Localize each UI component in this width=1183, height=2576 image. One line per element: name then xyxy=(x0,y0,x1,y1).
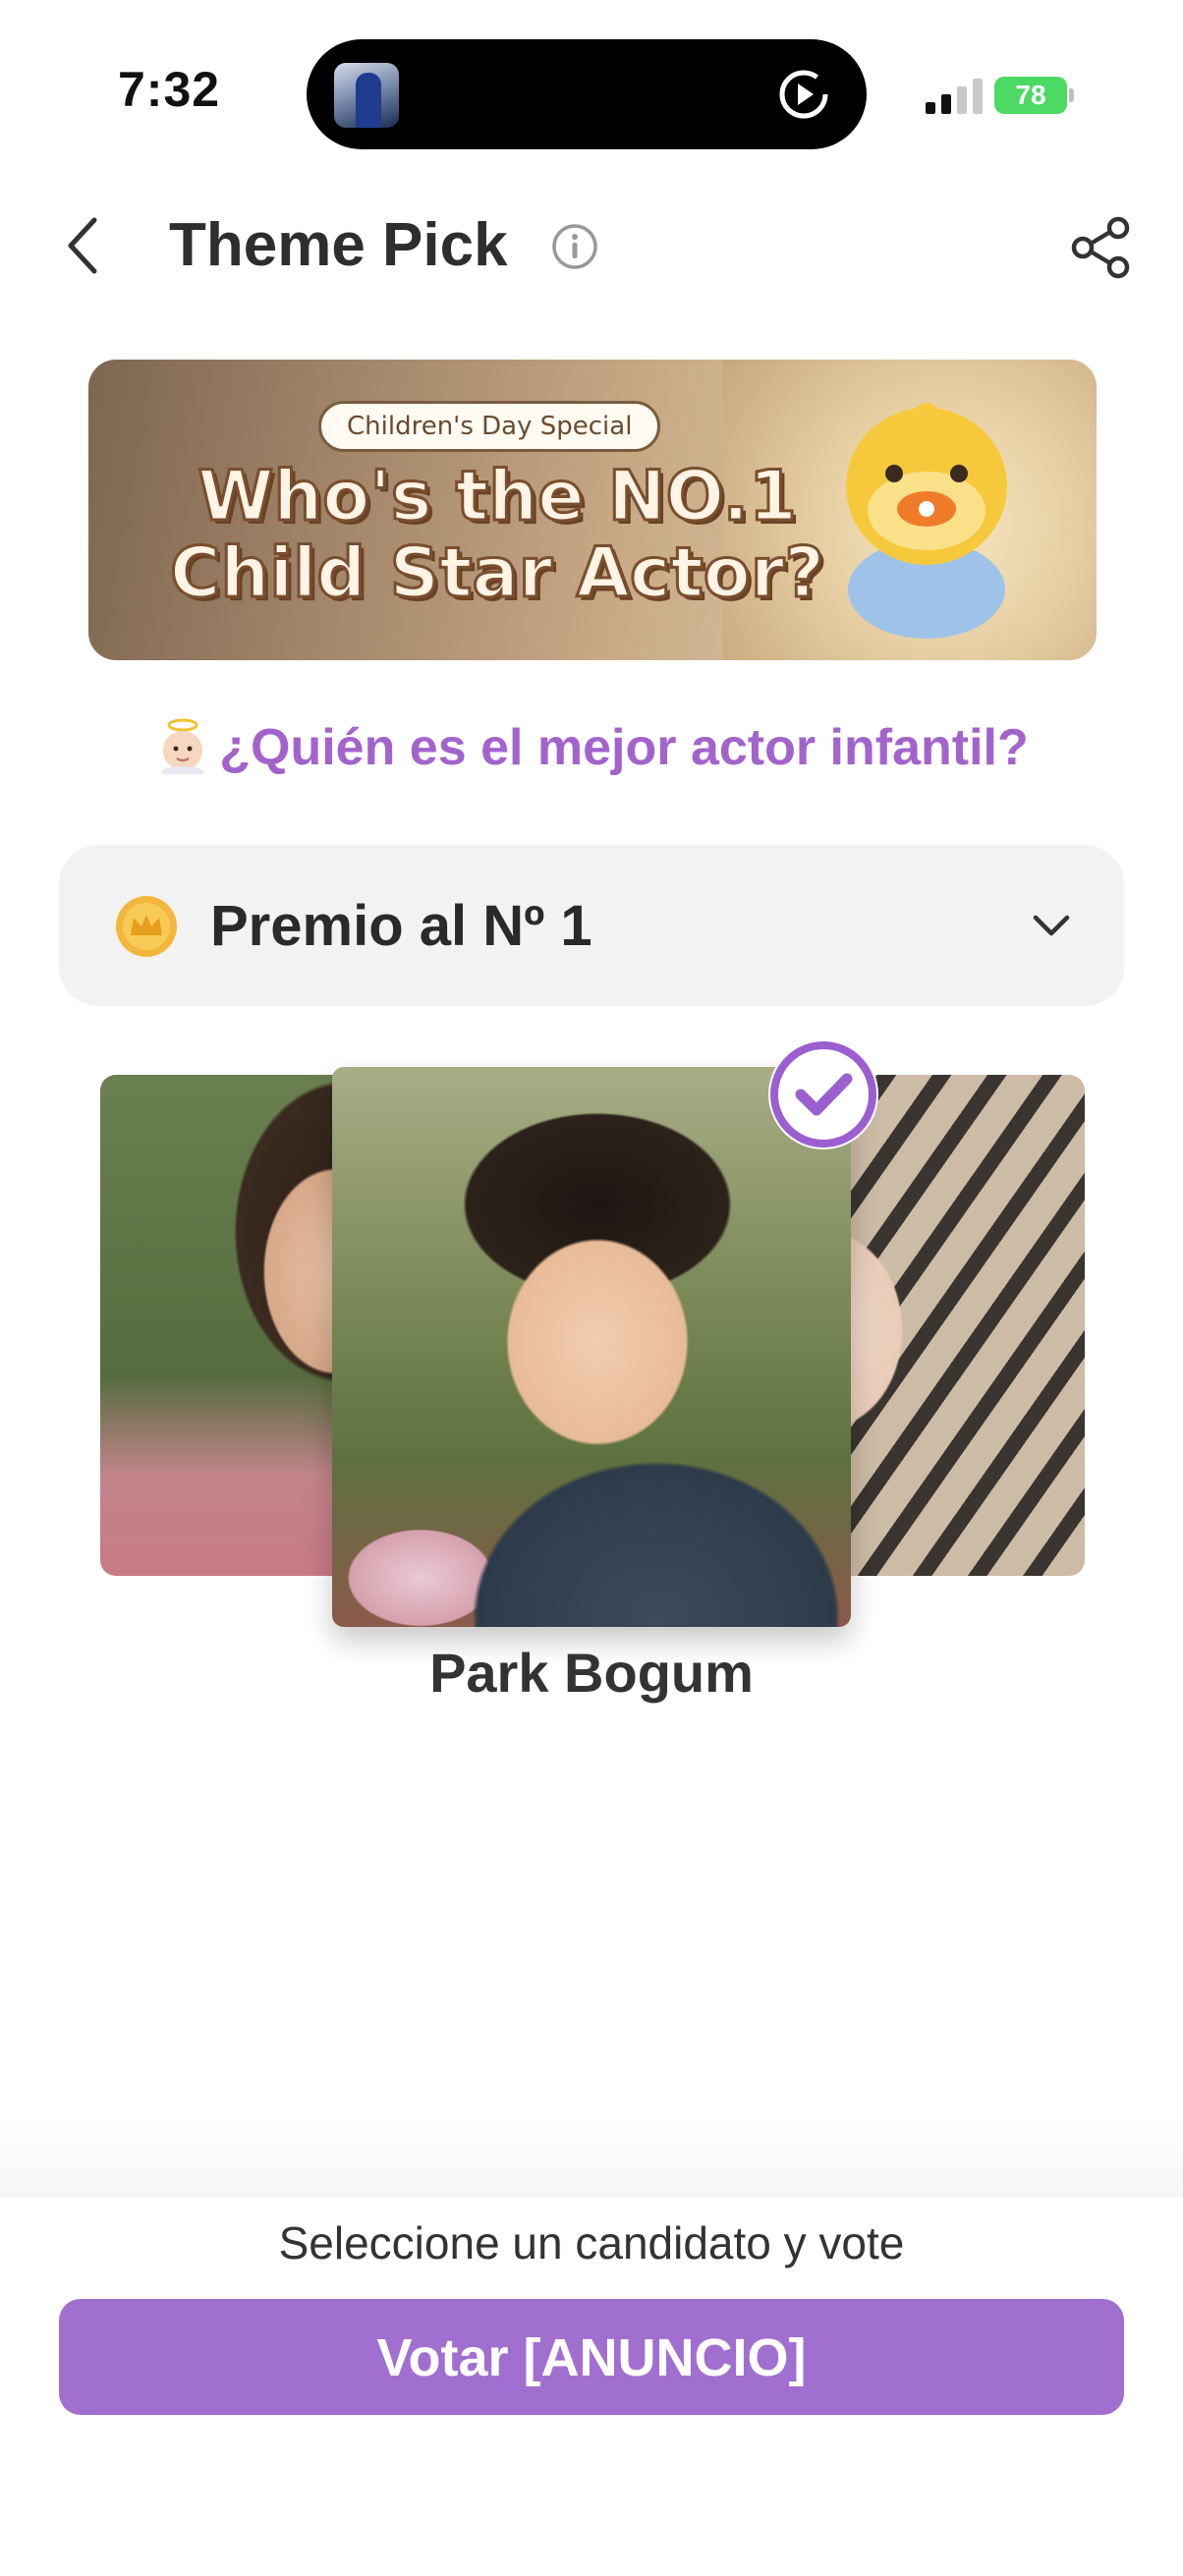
page-title: Theme Pick xyxy=(169,211,508,279)
chevron-down-icon xyxy=(1033,915,1070,936)
award-dropdown[interactable]: Premio al Nº 1 xyxy=(59,845,1124,1006)
vote-panel: Seleccione un candidato y vote Votar [AN… xyxy=(0,2197,1183,2576)
candidate-name: Park Bogum xyxy=(429,1642,754,1704)
candidate-carousel[interactable] xyxy=(0,1022,1183,1651)
chevron-left-icon xyxy=(68,217,97,274)
share-icon[interactable] xyxy=(1069,214,1136,281)
now-playing-thumbnail xyxy=(334,63,399,128)
banner-tag: Children's Day Special xyxy=(318,401,661,452)
status-bar: 7:32 78 xyxy=(0,0,1183,157)
theme-pick-screen: 7:32 78 Theme Pick Children's Day Specia… xyxy=(0,0,1183,2576)
dynamic-island[interactable] xyxy=(307,39,867,149)
question-text: ¿Quién es el mejor actor infantil? xyxy=(219,719,1029,776)
battery-indicator: 78 xyxy=(994,77,1067,114)
check-circle-icon xyxy=(768,1039,878,1149)
crown-coin-icon xyxy=(116,896,177,957)
battery-tip xyxy=(1069,88,1074,102)
info-icon[interactable] xyxy=(550,222,599,271)
angel-baby-icon xyxy=(161,718,205,774)
header: Theme Pick xyxy=(0,187,1183,305)
status-time: 7:32 xyxy=(118,62,221,117)
bottom-shadow xyxy=(0,2112,1183,2197)
question-subtitle: ¿Quién es el mejor actor infantil? xyxy=(0,717,1183,777)
vote-button[interactable]: Votar [ANUNCIO] xyxy=(59,2299,1124,2415)
banner-title: Who's the NO.1 Child Star Actor? xyxy=(168,456,825,613)
event-banner[interactable]: Children's Day Special Who's the NO.1 Ch… xyxy=(88,360,1097,660)
replay-icon xyxy=(779,70,828,119)
back-button[interactable] xyxy=(47,210,118,281)
cellular-signal-icon xyxy=(926,75,985,114)
vote-hint: Seleccione un candidato y vote xyxy=(278,2217,905,2268)
award-label: Premio al Nº 1 xyxy=(210,894,592,958)
